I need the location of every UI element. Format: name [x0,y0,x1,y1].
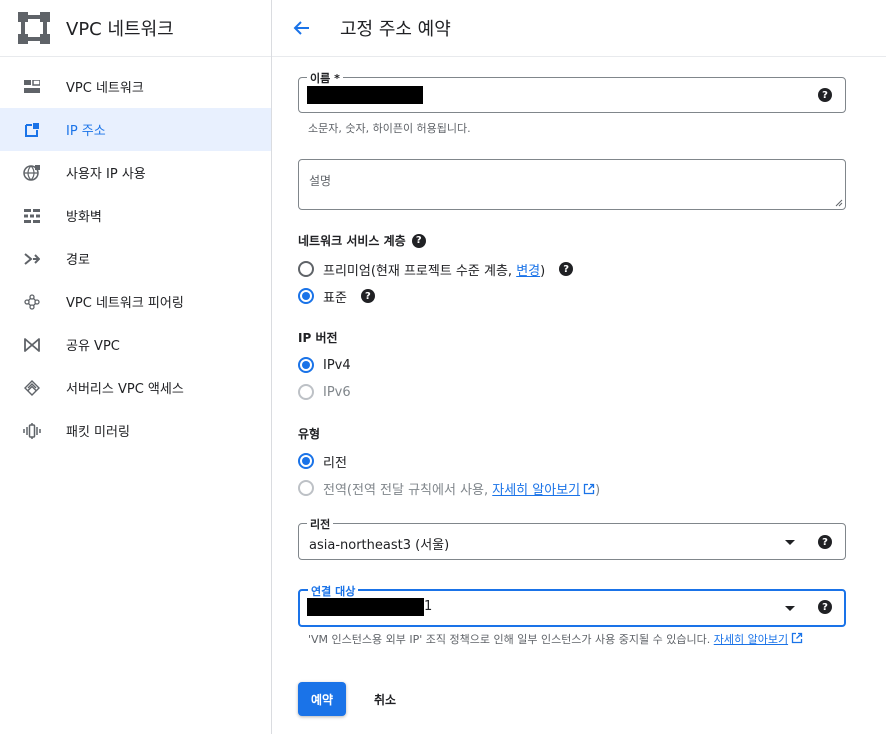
network-tier-section: 네트워크 서비스 계층 ? [298,232,426,249]
redacted-attached-value [307,598,424,616]
type-title: 유형 [298,427,321,441]
global-label-suffix: ) [595,482,601,498]
sidebar-header: VPC 네트워크 [0,0,271,57]
resize-handle-icon[interactable] [835,199,843,207]
radio-premium[interactable]: 프리미엄(현재 프로젝트 수준 계층, 변경) ? [298,259,574,279]
standard-label: 표준 [323,290,347,306]
region-select-value: asia-northeast3 (서울) [309,538,450,553]
radio-button [298,384,314,400]
sidebar-item-routes[interactable]: 경로 [0,237,271,280]
packet-mirroring-icon [23,422,41,440]
premium-label-text: 프리미엄(현재 프로젝트 수준 계층, [323,263,517,279]
page-title: 고정 주소 예약 [340,19,451,40]
sidebar-nav: VPC 네트워크 IP 주소 사용자 IP 사용 방화벽 경로 VPC 네트워크… [0,57,271,452]
help-icon[interactable]: ? [818,88,832,102]
dropdown-arrow-icon [785,606,795,611]
global-label-text: 전역(전역 전달 규칙에서 사용, [323,482,493,498]
ipv4-label: IPv4 [323,357,351,373]
sidebar-item-byoip[interactable]: 사용자 IP 사용 [0,151,271,194]
sidebar-item-label: 경로 [66,253,90,268]
help-icon[interactable]: ? [411,233,426,248]
globe-icon [23,164,41,182]
page-header: 고정 주소 예약 [272,0,886,57]
help-icon[interactable]: ? [360,289,375,303]
premium-label: 프리미엄(현재 프로젝트 수준 계층, 변경) [323,260,545,279]
name-hint: 소문자, 숫자, 하이픈이 허용됩니다. [308,122,471,135]
serverless-icon [23,379,41,397]
ip-version-title: IP 버전 [298,331,338,345]
radio-button[interactable] [298,288,314,304]
radio-global: 전역(전역 전달 규칙에서 사용, 자세히 알아보기) [298,478,600,498]
external-link-icon [791,632,803,644]
name-field-label: 이름 * [307,70,343,86]
change-tier-link[interactable]: 변경 [516,264,540,279]
arrow-left-icon[interactable] [292,18,312,38]
learn-more-link[interactable]: 자세히 알아보기 [714,633,788,646]
cancel-button[interactable]: 취소 [374,691,396,708]
radio-button [298,480,314,496]
help-icon[interactable]: ? [818,535,832,549]
external-link-icon [583,483,595,494]
routes-icon [23,250,41,268]
dropdown-arrow-icon [785,540,795,545]
vpc-network-icon [23,78,41,96]
attached-to-warning: 'VM 인스턴스용 외부 IP' 조직 정책으로 인해 일부 인스턴스가 사용 … [308,631,828,648]
attached-value-suffix: 1 [424,599,433,614]
sidebar-item-label: 사용자 IP 사용 [66,167,146,182]
sidebar-item-label: VPC 네트워크 피어링 [66,296,184,311]
radio-button[interactable] [298,261,314,277]
sidebar-item-ip-addresses[interactable]: IP 주소 [0,108,271,151]
network-tier-title: 네트워크 서비스 계층 [298,234,406,248]
sidebar-item-label: IP 주소 [66,124,106,139]
main-content: 고정 주소 예약 이름 * ? 소문자, 숫자, 하이픈이 허용됩니다. 설명 … [272,0,886,734]
attached-to-warning-text: 'VM 인스턴스용 외부 IP' 조직 정책으로 인해 일부 인스턴스가 사용 … [308,633,714,646]
learn-more-link[interactable]: 자세히 알아보기 [492,483,580,498]
sidebar-item-label: 서버리스 VPC 액세스 [66,382,184,397]
firewall-icon [23,207,41,225]
radio-standard[interactable]: 표준 ? [298,286,375,306]
premium-label-suffix: ) [540,263,546,279]
sidebar-title: VPC 네트워크 [66,19,174,40]
shared-vpc-icon [23,336,41,354]
region-select-label: 리전 [307,516,334,532]
attached-to-select-label: 연결 대상 [308,583,359,599]
sidebar-item-firewall[interactable]: 방화벽 [0,194,271,237]
sidebar-item-vpc-peering[interactable]: VPC 네트워크 피어링 [0,280,271,323]
sidebar-item-label: 방화벽 [66,210,102,225]
reserve-button[interactable]: 예약 [298,682,346,716]
vpc-network-icon [17,11,51,45]
radio-button[interactable] [298,453,314,469]
description-placeholder: 설명 [309,174,332,188]
redacted-name-value [307,86,423,104]
radio-ipv6: IPv6 [298,382,351,402]
regional-label: 리전 [323,455,347,471]
help-icon[interactable]: ? [559,262,574,276]
sidebar-item-vpc-networks[interactable]: VPC 네트워크 [0,65,271,108]
sidebar-item-packet-mirroring[interactable]: 패킷 미러링 [0,409,271,452]
ip-address-icon [23,121,41,139]
help-icon[interactable]: ? [818,600,832,614]
radio-ipv4[interactable]: IPv4 [298,355,351,375]
radio-regional[interactable]: 리전 [298,451,347,471]
sidebar-item-serverless-vpc[interactable]: 서버리스 VPC 액세스 [0,366,271,409]
sidebar-item-label: 공유 VPC [66,339,120,354]
sidebar-item-label: VPC 네트워크 [66,81,144,96]
name-field[interactable]: 이름 * ? [298,70,846,113]
peering-icon [23,293,41,311]
sidebar-item-label: 패킷 미러링 [66,425,130,440]
attached-to-select[interactable]: 연결 대상 1 ? [298,583,846,627]
global-label: 전역(전역 전달 규칙에서 사용, 자세히 알아보기) [323,479,600,498]
ipv6-label: IPv6 [323,384,351,400]
sidebar: VPC 네트워크 VPC 네트워크 IP 주소 사용자 IP 사용 방화벽 경로… [0,0,272,734]
region-select[interactable]: 리전 asia-northeast3 (서울) ? [298,516,846,560]
radio-button[interactable] [298,357,314,373]
sidebar-item-shared-vpc[interactable]: 공유 VPC [0,323,271,366]
description-field[interactable]: 설명 [298,159,846,210]
